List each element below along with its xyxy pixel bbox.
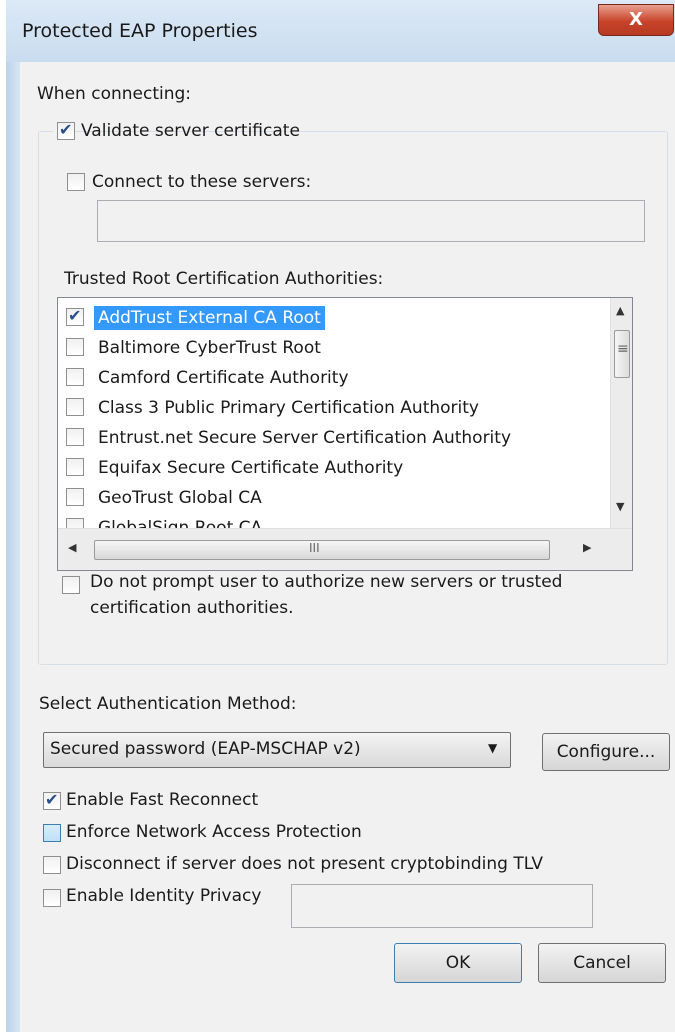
list-item[interactable]: AddTrust External CA Root [58, 302, 608, 332]
list-item-label: AddTrust External CA Root [94, 306, 325, 330]
list-item-label: Camford Certificate Authority [98, 368, 349, 388]
list-item[interactable]: Camford Certificate Authority [58, 362, 608, 392]
horizontal-scrollbar[interactable]: ◀ III ▶ [58, 528, 632, 570]
window-frame-left [6, 0, 21, 1032]
auth-method-label: Select Authentication Method: [39, 694, 297, 714]
ok-button[interactable]: OK [394, 943, 522, 983]
scroll-up-icon[interactable]: ▲ [616, 304, 624, 317]
grip-icon: III [309, 541, 320, 555]
dialog-window: Protected EAP Properties X When connecti… [6, 0, 675, 1032]
validate-checkbox[interactable] [57, 120, 75, 140]
nap-label[interactable]: Enforce Network Access Protection [66, 822, 362, 842]
list-item-checkbox[interactable] [66, 338, 84, 356]
cryptobinding-checkbox[interactable] [43, 856, 61, 874]
list-item-label: Baltimore CyberTrust Root [98, 338, 321, 358]
configure-button[interactable]: Configure... [542, 733, 670, 771]
list-item-label: Class 3 Public Primary Certification Aut… [98, 398, 479, 418]
vertical-scroll-thumb[interactable]: ≡ [614, 330, 630, 378]
title-bar[interactable]: Protected EAP Properties X [6, 0, 675, 62]
list-item[interactable]: Entrust.net Secure Server Certification … [58, 422, 608, 452]
identity-privacy-label[interactable]: Enable Identity Privacy [66, 886, 261, 906]
when-connecting-label: When connecting: [37, 84, 192, 104]
list-item-label: Entrust.net Secure Server Certification … [98, 428, 512, 448]
window-title: Protected EAP Properties [22, 20, 258, 42]
close-icon: X [629, 9, 643, 30]
validate-legend: Validate server certificate [53, 117, 300, 145]
cancel-button[interactable]: Cancel [538, 943, 666, 983]
chevron-down-icon[interactable]: ▼ [488, 741, 497, 755]
list-item-checkbox[interactable] [66, 458, 84, 476]
scroll-left-icon[interactable]: ◀ [68, 541, 76, 554]
close-button[interactable]: X [598, 4, 674, 36]
nap-checkbox[interactable] [43, 824, 61, 842]
list-item[interactable]: Baltimore CyberTrust Root [58, 332, 608, 362]
list-item[interactable]: Equifax Secure Certificate Authority [58, 452, 608, 482]
scroll-down-icon[interactable]: ▼ [616, 500, 624, 513]
grip-icon: ≡ [617, 341, 629, 357]
list-item-checkbox[interactable] [66, 488, 84, 506]
no-prompt-label-line1[interactable]: Do not prompt user to authorize new serv… [90, 572, 562, 592]
connect-servers-checkbox[interactable] [67, 173, 85, 191]
list-item-checkbox[interactable] [66, 368, 84, 386]
list-item[interactable]: Class 3 Public Primary Certification Aut… [58, 392, 608, 422]
fast-reconnect-label[interactable]: Enable Fast Reconnect [66, 790, 258, 810]
servers-input[interactable] [97, 200, 645, 242]
list-item-checkbox[interactable] [66, 428, 84, 446]
fast-reconnect-checkbox[interactable] [43, 790, 61, 810]
vertical-scrollbar[interactable]: ▲ ≡ ▼ [610, 298, 632, 528]
list-item-checkbox[interactable] [66, 306, 84, 326]
validate-label[interactable]: Validate server certificate [81, 121, 300, 141]
identity-input[interactable] [291, 884, 593, 928]
list-item-label: Equifax Secure Certificate Authority [98, 458, 404, 478]
identity-privacy-checkbox[interactable] [43, 889, 61, 907]
horizontal-scroll-thumb[interactable]: III [94, 540, 550, 560]
list-item-checkbox[interactable] [66, 398, 84, 416]
trusted-ca-listbox[interactable]: AddTrust External CA Root Baltimore Cyber… [57, 297, 633, 571]
connect-servers-label[interactable]: Connect to these servers: [92, 172, 311, 192]
auth-method-value: Secured password (EAP-MSCHAP v2) [50, 739, 361, 759]
scroll-right-icon[interactable]: ▶ [583, 541, 591, 554]
trusted-ca-label: Trusted Root Certification Authorities: [64, 269, 384, 289]
list-item-label: GeoTrust Global CA [98, 488, 262, 508]
no-prompt-checkbox[interactable] [62, 576, 80, 594]
list-item[interactable]: GeoTrust Global CA [58, 482, 608, 512]
dialog-client-area: When connecting: Validate server certifi… [20, 62, 675, 1032]
no-prompt-label-line2[interactable]: certification authorities. [90, 598, 293, 618]
cryptobinding-label[interactable]: Disconnect if server does not present cr… [66, 854, 543, 874]
auth-method-select[interactable]: Secured password (EAP-MSCHAP v2) ▼ [43, 732, 511, 768]
